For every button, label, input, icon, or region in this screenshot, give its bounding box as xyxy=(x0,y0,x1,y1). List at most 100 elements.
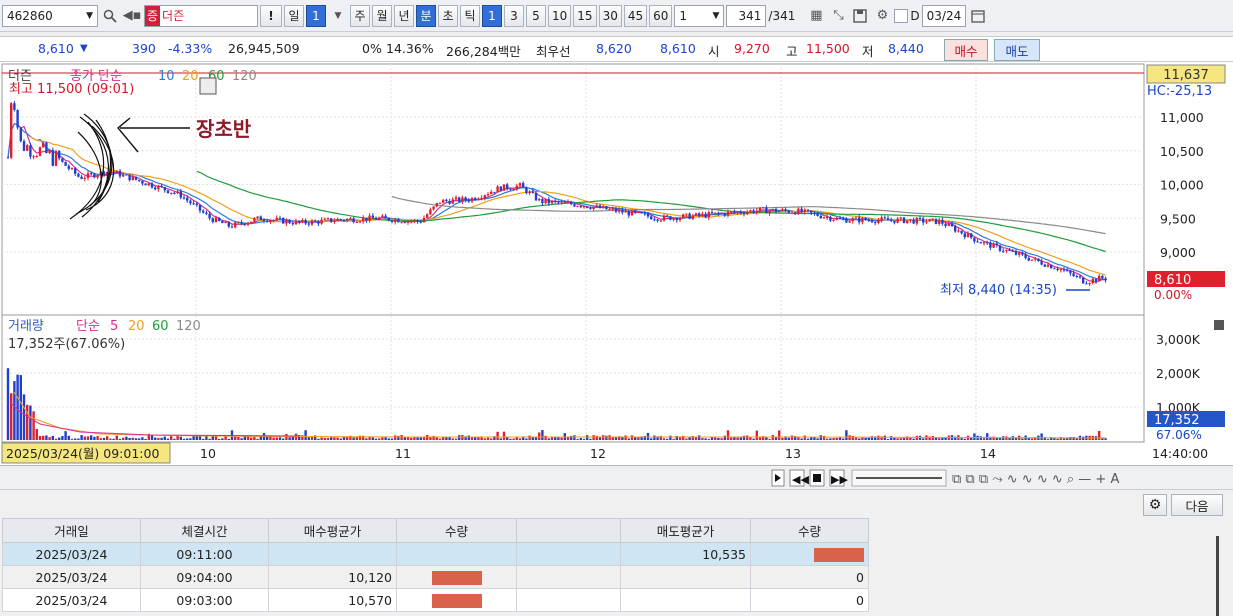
candle-body xyxy=(691,215,694,219)
table-row[interactable]: 2025/03/24 09:04:00 10,120 0 xyxy=(2,565,869,589)
candle-body xyxy=(93,173,96,178)
d-label: D xyxy=(910,8,920,23)
volume-bar xyxy=(419,437,422,440)
quantity-bar xyxy=(431,593,482,608)
volume-bar xyxy=(32,411,35,440)
period-value[interactable]: 1 xyxy=(306,4,326,27)
candle-body xyxy=(1056,268,1059,270)
buy-button[interactable]: 매수 xyxy=(944,39,988,61)
period-minute-button[interactable]: 분 xyxy=(416,4,436,27)
volume-bar xyxy=(240,438,243,440)
col-sell-avg[interactable]: 매도평균가 xyxy=(620,518,751,543)
gear-icon[interactable]: ⚙ xyxy=(872,5,892,27)
volume-bar xyxy=(438,438,442,440)
calendar-icon[interactable] xyxy=(968,5,988,27)
candle-body xyxy=(419,221,422,223)
volume-bar xyxy=(160,437,163,440)
candle-body xyxy=(1098,275,1101,282)
volume-bar xyxy=(467,435,470,440)
table-row[interactable]: 2025/03/24 09:11:00 10,535 xyxy=(2,542,869,566)
table-row[interactable]: 2025/03/24 09:03:00 10,570 0 xyxy=(2,588,869,612)
unit-select[interactable]: 1 ▼ xyxy=(674,4,725,27)
candle-body xyxy=(211,218,214,223)
candle-body xyxy=(797,208,800,215)
minute-3-button[interactable]: 3 xyxy=(504,4,524,27)
period-tick-button[interactable]: 틱 xyxy=(460,4,480,27)
search-icon[interactable] xyxy=(100,5,120,27)
chevron-down-icon: ▼ xyxy=(712,10,720,21)
d-checkbox[interactable] xyxy=(894,8,909,23)
col-trade-date[interactable]: 거래일 xyxy=(2,518,141,543)
candle-body xyxy=(816,213,819,216)
candle-body xyxy=(765,207,768,214)
bar-count-total: /341 xyxy=(768,8,796,23)
col-exec-time[interactable]: 체결시간 xyxy=(140,518,269,543)
quote-bar: 8,610 ▼ 390 -4.33% 26,945,509 0% 14.36% … xyxy=(0,36,1233,62)
stock-code-field[interactable]: 462860 ▼ xyxy=(2,4,98,27)
candle-body xyxy=(451,199,454,204)
candle-body xyxy=(909,219,912,221)
period-month-button[interactable]: 월 xyxy=(372,4,392,27)
period-year-button[interactable]: 년 xyxy=(394,4,414,27)
candle-body xyxy=(496,186,499,193)
volume-bar xyxy=(509,438,512,440)
period-dropdown-icon[interactable]: ▼ xyxy=(328,5,348,27)
speaker-icon[interactable]: ◀▪ xyxy=(122,5,142,27)
stock-name-field[interactable]: 증 더즌 xyxy=(144,4,258,27)
period-second-button[interactable]: 초 xyxy=(438,4,458,27)
minute-15-button[interactable]: 15 xyxy=(573,4,597,27)
vol-ma20-legend: 20 xyxy=(128,319,145,334)
candle-body xyxy=(64,161,67,166)
price-volume-chart[interactable]: 11,000 10,500 10,000 9,500 9,000 3,000K 2,000… xyxy=(0,62,1233,466)
minute-1-button[interactable]: 1 xyxy=(482,4,502,27)
volume-bar xyxy=(74,438,77,440)
volume-bar xyxy=(102,437,106,440)
bar-count-input[interactable]: 341 xyxy=(726,4,767,27)
chart-scroll-bar[interactable]: ◀◀ ▶▶ ⧉ ⧉ ⧉ ⤳ ∿ ∿ ∿ ∿ ⌕ — + A xyxy=(0,466,1233,490)
minute-5-button[interactable]: 5 xyxy=(526,4,546,27)
candle-body xyxy=(893,220,896,223)
chart-area[interactable]: 11,000 10,500 10,000 9,500 9,000 3,000K 2,000… xyxy=(0,62,1233,466)
col-buy-qty[interactable]: 수량 xyxy=(396,518,517,543)
gear-icon[interactable]: ⚙ xyxy=(1143,494,1167,516)
trading-chart-window: 462860 ▼ ◀▪ 증 더즌 ! 일 1 ▼ 주 월 년 분 초 틱 1 3… xyxy=(0,0,1233,616)
volume-bar xyxy=(208,438,211,440)
vertical-scrollbar[interactable] xyxy=(1216,536,1219,616)
col-buy-avg[interactable]: 매수평균가 xyxy=(268,518,397,543)
minute-45-button[interactable]: 45 xyxy=(623,4,648,27)
minute-10-button[interactable]: 10 xyxy=(548,4,572,27)
volume-bar xyxy=(336,437,339,440)
next-button[interactable]: 다음 xyxy=(1171,494,1223,516)
chevron-down-icon[interactable]: ▼ xyxy=(86,11,93,21)
candle-body xyxy=(1062,269,1066,271)
volume-bar xyxy=(774,437,778,440)
chart-tool-icon[interactable]: ⤡ xyxy=(828,5,848,27)
close-icon[interactable] xyxy=(1214,320,1224,330)
candle-body xyxy=(566,201,570,203)
date-field[interactable]: 03/24 xyxy=(921,4,966,27)
candle-body xyxy=(432,206,435,210)
col-sell-qty[interactable]: 수량 xyxy=(750,518,869,543)
sell-button[interactable]: 매도 xyxy=(994,39,1040,61)
volume-bar xyxy=(326,437,330,440)
volume-bar xyxy=(931,435,934,440)
candle-body xyxy=(947,223,950,226)
ma10-legend: 10 xyxy=(158,69,175,84)
period-week-button[interactable]: 주 xyxy=(350,4,370,27)
alert-button[interactable]: ! xyxy=(260,4,282,27)
volume-bar xyxy=(394,435,397,440)
grid-icon[interactable]: ▦ xyxy=(806,5,826,27)
volume-bar xyxy=(893,437,896,440)
zoom-tools-icon[interactable]: ⧉ ⧉ ⧉ ⤳ ∿ ∿ ∿ ∿ ⌕ — + A xyxy=(952,472,1119,487)
period-day-button[interactable]: 일 xyxy=(284,4,304,27)
cell-sell-qty-value: 0 xyxy=(856,592,864,608)
x-end-label: 14:40:00 xyxy=(1152,446,1208,461)
minute-60-button[interactable]: 60 xyxy=(649,4,673,27)
volume-bar xyxy=(544,435,547,440)
minute-30-button[interactable]: 30 xyxy=(598,4,622,27)
volume-bar xyxy=(573,435,576,440)
calculator-icon[interactable] xyxy=(199,77,217,95)
candle-body xyxy=(323,218,326,220)
save-icon[interactable] xyxy=(850,5,870,27)
candle-body xyxy=(410,221,413,223)
